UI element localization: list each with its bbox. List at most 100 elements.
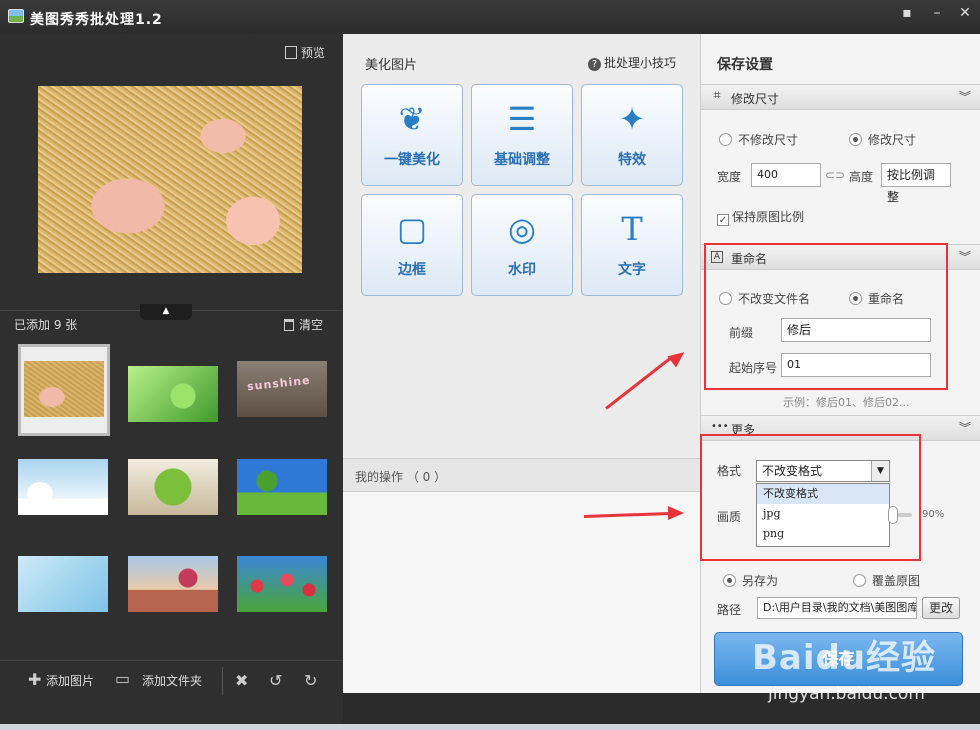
clear-button[interactable]: 清空 <box>283 316 323 333</box>
radio-no-resize[interactable]: 不修改尺寸 <box>719 131 798 148</box>
radio-dot <box>723 574 736 587</box>
format-highlight-box <box>700 434 921 561</box>
radio-label: 另存为 <box>742 574 779 588</box>
thumbnail-7[interactable] <box>18 556 108 612</box>
tool-label: 边框 <box>398 262 426 278</box>
my-operations-bar: 我的操作 （ 0 ） <box>343 458 700 492</box>
height-input[interactable]: 按比例调整 <box>881 163 951 204</box>
keep-ratio-checkbox[interactable]: ✓ 保持原图比例 <box>717 208 804 226</box>
magic-wand-icon: ✦ <box>618 100 646 138</box>
width-input[interactable]: 400 <box>751 163 821 187</box>
app-icon <box>8 9 24 23</box>
radio-save-as[interactable]: 另存为 <box>723 572 778 589</box>
add-image-button[interactable]: 添加图片 <box>46 672 94 689</box>
thumbnail-5[interactable] <box>128 459 218 515</box>
watermark-url: jingyan.baidu.com <box>768 684 925 704</box>
thumbnail-3[interactable]: sunshine <box>237 361 327 417</box>
save-settings-title: 保存设置 <box>717 57 773 73</box>
preview-icon <box>284 46 297 59</box>
tool-watermark[interactable]: ◎ 水印 <box>471 194 573 296</box>
close-button[interactable]: ✕ <box>952 2 978 24</box>
collapse-toggle[interactable]: ▲ <box>140 304 192 320</box>
tool-label: 基础调整 <box>494 152 550 168</box>
change-path-button[interactable]: 更改 <box>922 597 960 619</box>
width-label: 宽度 <box>717 170 742 184</box>
radio-label: 修改尺寸 <box>868 133 917 147</box>
operations-list <box>343 492 700 693</box>
tool-text[interactable]: T 文字 <box>581 194 683 296</box>
frame-icon: ▢ <box>396 210 428 248</box>
beautify-title: 美化图片 <box>365 58 418 73</box>
rename-highlight-box <box>704 243 948 390</box>
radio-resize[interactable]: 修改尺寸 <box>849 131 916 148</box>
crop-icon: ⌗ <box>713 88 721 103</box>
tulip-icon: ❦ <box>398 100 426 138</box>
chevron-down-icon: ︾ <box>958 421 971 435</box>
tool-frame[interactable]: ▢ 边框 <box>361 194 463 296</box>
preview-button[interactable]: 预览 <box>284 44 325 61</box>
thumbnail-2[interactable] <box>128 366 218 422</box>
chevron-down-icon: ︾ <box>958 90 971 104</box>
rotate-left-icon[interactable]: ↺ <box>269 671 282 690</box>
resize-section-header[interactable]: ⌗ 修改尺寸 ︾ <box>701 84 980 110</box>
thumbnail-1-selected[interactable] <box>18 344 110 436</box>
toolbar-separator <box>222 667 223 695</box>
minimize-button[interactable]: – <box>924 2 950 24</box>
tool-effects[interactable]: ✦ 特效 <box>581 84 683 186</box>
tool-basic-adjust[interactable]: ☰ 基础调整 <box>471 84 573 186</box>
thumbnail-4[interactable] <box>18 459 108 515</box>
thumbnail-8[interactable] <box>128 556 218 612</box>
dots-icon: ••• <box>711 421 729 432</box>
checkbox-label: 保持原图比例 <box>732 210 805 224</box>
quality-value: 90% <box>922 509 945 520</box>
checkmark-icon: ✓ <box>717 214 729 226</box>
trash-icon <box>283 319 294 331</box>
rename-example: 示例：修后01、修后02... <box>783 396 910 409</box>
arrow-head-2 <box>668 506 684 520</box>
path-input[interactable]: D:\用户目录\我的文档\美图图库 <box>757 597 917 619</box>
preview-label: 预览 <box>300 46 325 60</box>
main-preview-image <box>38 86 302 273</box>
chevron-down-icon: ︾ <box>958 250 971 264</box>
thumbnail-image <box>24 361 104 417</box>
thumbnail-9[interactable] <box>237 556 327 612</box>
tool-label: 一键美化 <box>384 152 440 168</box>
rotate-right-icon[interactable]: ↻ <box>304 671 317 690</box>
tool-one-click-beautify[interactable]: ❦ 一键美化 <box>361 84 463 186</box>
height-label: 高度 <box>849 170 874 184</box>
delete-icon[interactable]: ✖ <box>235 671 248 690</box>
image-toolbar: ✚ 添加图片 ▭ 添加文件夹 ✖ ↺ ↻ <box>0 660 343 700</box>
plus-icon: ✚ <box>28 670 42 689</box>
ops-title: 我的操作 （ 0 ） <box>355 470 447 484</box>
help-icon: ? <box>587 58 601 71</box>
radio-dot <box>849 133 862 146</box>
watermark-icon: ◎ <box>508 210 536 248</box>
added-count: 已添加 9 张 <box>14 318 78 332</box>
baidu-watermark: Baidu经验 <box>752 638 937 678</box>
title-bar: 美图秀秀批处理1.2 ▪ – ✕ <box>0 0 980 34</box>
radio-dot <box>719 133 732 146</box>
triangle-up-icon: ▲ <box>162 306 170 316</box>
radio-overwrite[interactable]: 覆盖原图 <box>853 572 920 589</box>
beautify-panel: 美化图片 ? 批处理小技巧 ❦ 一键美化 ☰ 基础调整 ✦ 特效 ▢ 边框 ◎ 水… <box>343 34 700 693</box>
link-icon[interactable]: ⊂⊃ <box>825 168 845 182</box>
add-folder-button[interactable]: 添加文件夹 <box>142 672 202 689</box>
thumbnail-6[interactable] <box>237 459 327 515</box>
clear-label: 清空 <box>298 318 323 332</box>
skin-icon[interactable]: ▪ <box>894 2 920 24</box>
tool-label: 特效 <box>618 152 646 168</box>
window-title: 美图秀秀批处理1.2 <box>30 12 163 28</box>
image-list-panel: 预览 ▲ 已添加 9 张 清空 sunshine ✚ 添加图片 ▭ 添加文件夹 … <box>0 34 343 727</box>
text-icon: T <box>621 210 643 248</box>
window-bottom-edge <box>0 724 980 730</box>
tips-label: 批处理小技巧 <box>603 56 676 70</box>
radio-label: 覆盖原图 <box>872 574 921 588</box>
tips-link[interactable]: ? 批处理小技巧 <box>587 54 676 71</box>
radio-dot <box>853 574 866 587</box>
folder-icon: ▭ <box>115 669 131 688</box>
sliders-icon: ☰ <box>507 100 537 138</box>
radio-label: 不修改尺寸 <box>738 133 799 147</box>
thumbnail-text: sunshine <box>246 373 312 394</box>
tool-label: 文字 <box>618 262 646 278</box>
resize-header-label: 修改尺寸 <box>731 92 780 106</box>
